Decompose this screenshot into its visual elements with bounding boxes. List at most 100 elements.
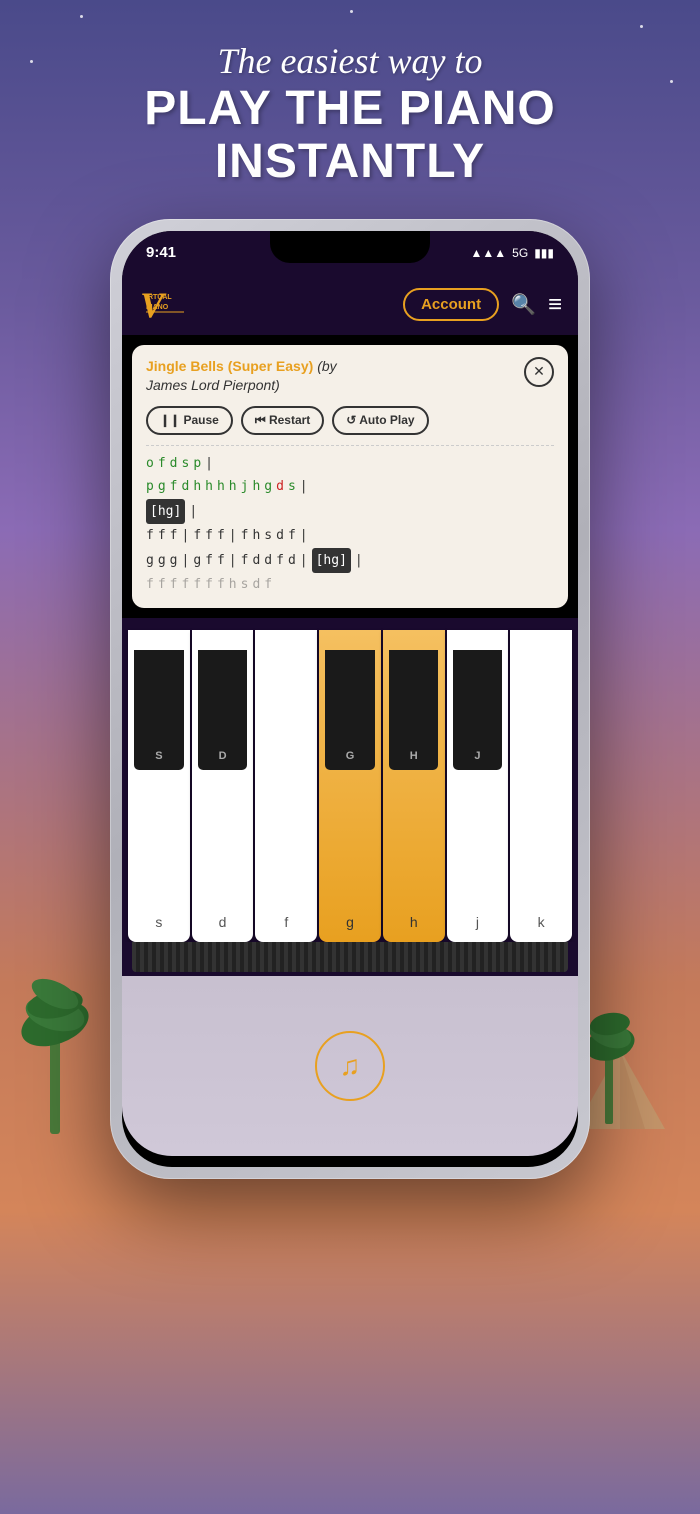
white-key-label-s: s [155, 914, 162, 930]
song-title-row: Jingle Bells (Super Easy) (byJames Lord … [146, 357, 554, 396]
note: f [205, 524, 213, 547]
white-keys-container: S s D d [122, 630, 578, 942]
note: s [241, 573, 249, 596]
note: f [170, 573, 178, 596]
header-main-line2: INSTANTLY [0, 136, 700, 189]
black-key-G-container: G [319, 650, 381, 770]
app-logo: V IRTUAL PIANO [138, 285, 188, 325]
note: | [300, 475, 308, 498]
phone-mockup: 9:41 ▲▲▲ 5G ▮▮▮ V IRTUAL PIANO [0, 219, 700, 1179]
black-key-text-D: D [219, 750, 227, 762]
note-current: [hg] [146, 499, 185, 524]
white-key-label-f: f [284, 914, 288, 930]
note: f [158, 524, 166, 547]
note: f [158, 452, 166, 475]
note: f [264, 573, 272, 596]
status-icons: ▲▲▲ 5G ▮▮▮ [471, 246, 554, 260]
white-key-d[interactable]: D d [192, 630, 254, 942]
autoplay-button[interactable]: ↺ Auto Play [332, 406, 428, 435]
note: f [288, 524, 296, 547]
account-button[interactable]: Account [403, 288, 499, 321]
note: d [264, 549, 272, 572]
note: h [229, 475, 237, 498]
header-main-line1: PLAY THE PIANO [0, 83, 700, 136]
phone-screen: 9:41 ▲▲▲ 5G ▮▮▮ V IRTUAL PIANO [122, 231, 578, 1167]
controls-row: ❙❙ Pause ⏮ Restart ↺ Auto Play [146, 406, 554, 435]
note: f [181, 573, 189, 596]
network-type: 5G [512, 246, 528, 260]
note: f [193, 573, 201, 596]
note: h [252, 524, 260, 547]
note: o [146, 452, 154, 475]
black-key-H-container: H [383, 650, 445, 770]
note: | [189, 500, 197, 523]
status-bar: 9:41 ▲▲▲ 5G ▮▮▮ [122, 231, 578, 275]
note: | [181, 549, 189, 572]
note: d [252, 573, 260, 596]
black-key-text-J: J [474, 750, 480, 762]
close-button[interactable]: ✕ [524, 357, 554, 387]
white-key-h[interactable]: H h [383, 630, 445, 942]
note: f [217, 524, 225, 547]
note: d [276, 524, 284, 547]
nav-right-section: Account 🔍 ≡ [403, 288, 562, 321]
notes-line-2: p g f d h h h h j h g d s | [146, 475, 554, 498]
restart-button[interactable]: ⏮ Restart [241, 406, 324, 435]
notes-line-3: [hg] | [146, 499, 554, 524]
song-title: Jingle Bells (Super Easy) (byJames Lord … [146, 357, 337, 396]
note: d [276, 475, 284, 498]
black-key-label-S: S [128, 650, 190, 770]
note: | [181, 524, 189, 547]
note: f [205, 549, 213, 572]
note: f [170, 475, 178, 498]
note: g [158, 549, 166, 572]
note: h [193, 475, 201, 498]
note: | [300, 549, 308, 572]
music-note-button[interactable]: ♫ [315, 1031, 385, 1101]
white-key-g[interactable]: G g [319, 630, 381, 942]
white-key-label-g: g [346, 914, 354, 930]
white-key-f[interactable]: f [255, 630, 317, 942]
note: f [146, 524, 154, 547]
white-key-k[interactable]: k [510, 630, 572, 942]
notch [270, 231, 430, 263]
status-time: 9:41 [146, 244, 176, 261]
note: d [252, 549, 260, 572]
note: s [264, 524, 272, 547]
black-key-D-container: D [192, 650, 254, 770]
note: | [355, 549, 363, 572]
note: d [181, 475, 189, 498]
note: s [181, 452, 189, 475]
music-note-icon: ♫ [340, 1050, 361, 1082]
svg-text:PIANO: PIANO [146, 304, 169, 311]
white-key-label-d: d [219, 914, 227, 930]
note: | [229, 524, 237, 547]
song-sheet: Jingle Bells (Super Easy) (byJames Lord … [132, 345, 568, 609]
note: p [193, 452, 201, 475]
black-key-J-container: J [447, 650, 509, 770]
logo-emblem: V IRTUAL PIANO [138, 285, 188, 325]
note: f [193, 524, 201, 547]
piano-section: S s D d [122, 618, 578, 976]
svg-text:IRTUAL: IRTUAL [146, 294, 172, 301]
white-key-s[interactable]: S s [128, 630, 190, 942]
white-key-j[interactable]: J j [447, 630, 509, 942]
note: f [217, 549, 225, 572]
note: h [229, 573, 237, 596]
battery-icon: ▮▮▮ [534, 246, 554, 260]
sheet-divider [146, 445, 554, 446]
note: f [205, 573, 213, 596]
black-key-text-H: H [410, 750, 418, 762]
menu-icon[interactable]: ≡ [548, 291, 562, 319]
header-tagline: The easiest way to [0, 40, 700, 83]
note: d [288, 549, 296, 572]
note: f [158, 573, 166, 596]
note: h [217, 475, 225, 498]
pause-button[interactable]: ❙❙ Pause [146, 406, 233, 435]
phone-outer-shell: 9:41 ▲▲▲ 5G ▮▮▮ V IRTUAL PIANO [110, 219, 590, 1179]
note: g [146, 549, 154, 572]
white-key-label-j: j [476, 914, 479, 930]
bottom-area: ♫ [122, 976, 578, 1156]
note-current-2: [hg] [312, 548, 351, 573]
search-icon[interactable]: 🔍 [511, 292, 536, 317]
